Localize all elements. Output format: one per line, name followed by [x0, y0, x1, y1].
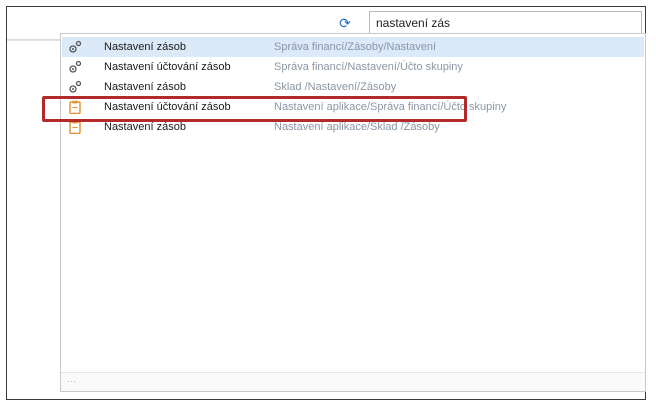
dropdown-footer: ⋯ [61, 372, 645, 391]
result-name: Nastavení účtování zásob [104, 101, 231, 113]
search-results-dropdown: Nastavení zásob Správa financí/Zásoby/Na… [60, 33, 646, 392]
gear-icon [68, 60, 82, 74]
result-path: Nastavení aplikace/Správa financí/Účto s… [274, 101, 507, 113]
result-name: Nastavení zásob [104, 41, 186, 53]
refresh-icon[interactable]: ⟳ [338, 16, 352, 30]
result-name: Nastavení účtování zásob [104, 61, 231, 73]
result-path: Nastavení aplikace/Sklad /Zásoby [274, 121, 440, 133]
result-name: Nastavení zásob [104, 81, 186, 93]
gear-icon [68, 80, 82, 94]
result-item[interactable]: Nastavení zásob Sklad /Nastavení/Zásoby [62, 77, 644, 97]
resize-grip-icon[interactable]: ⋯ [67, 376, 76, 387]
result-item[interactable]: Nastavení zásob Nastavení aplikace/Sklad… [62, 117, 644, 137]
result-path: Správa financí/Zásoby/Nastavení [274, 41, 437, 53]
result-path: Správa financí/Nastavení/Účto skupiny [274, 61, 463, 73]
result-item[interactable]: Nastavení účtování zásob Správa financí/… [62, 57, 644, 77]
result-path: Sklad /Nastavení/Zásoby [274, 81, 397, 93]
result-item[interactable]: Nastavení účtování zásob Nastavení aplik… [62, 97, 644, 117]
result-name: Nastavení zásob [104, 121, 186, 133]
clipboard-icon [68, 120, 82, 134]
search-input[interactable] [369, 11, 642, 34]
divider [7, 40, 67, 41]
clipboard-icon [68, 100, 82, 114]
gear-icon [68, 40, 82, 54]
result-item[interactable]: Nastavení zásob Správa financí/Zásoby/Na… [62, 37, 644, 57]
